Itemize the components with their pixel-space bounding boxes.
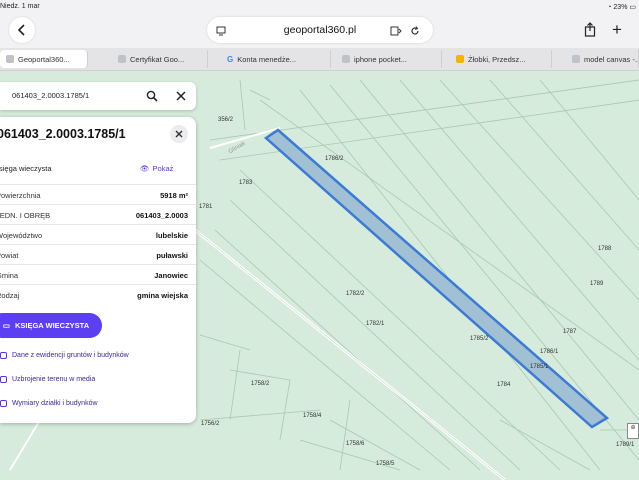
reload-icon[interactable] xyxy=(410,23,420,41)
book-icon: ▭ xyxy=(2,321,10,330)
info-key: Gmina xyxy=(0,271,19,280)
parcel-label: 1758/2 xyxy=(251,381,270,387)
link-egib[interactable]: Dane z ewidencji gruntów i budynków xyxy=(0,352,129,359)
parcel-label: 1781 xyxy=(199,204,213,210)
info-key: Województwo xyxy=(0,231,43,240)
new-tab-icon[interactable]: + xyxy=(612,20,622,40)
parcel-label: 1786/1 xyxy=(540,349,559,355)
parcel-label: 356/2 xyxy=(218,117,234,123)
share-icon[interactable] xyxy=(584,22,596,42)
kw-show-label: Pokaż xyxy=(152,164,174,173)
info-row-voivodeship: Województwo lubelskie xyxy=(0,224,196,245)
address-bar[interactable]: geoportal360.pl xyxy=(207,17,433,43)
tab-label: Żłobki, Przedsz... xyxy=(468,54,526,64)
tab-iphone[interactable]: iphone pocket... xyxy=(336,50,442,68)
wifi-icon: ◔ xyxy=(607,4,612,11)
info-value: 5918 m² xyxy=(160,191,188,200)
panel-title: 061403_2.0003.1785/1 xyxy=(0,127,126,141)
browser-toolbar: geoportal360.pl + xyxy=(0,14,639,48)
tab-zlobki[interactable]: Żłobki, Przedsz... xyxy=(450,50,552,68)
parcel-label: 1758/6 xyxy=(346,441,365,447)
tab-label: Certyfikat Goo... xyxy=(130,54,185,64)
tab-certyfikat[interactable]: Certyfikat Goo... xyxy=(112,50,208,68)
parcel-label: 1756/2 xyxy=(201,421,220,427)
battery-icon: ▭ xyxy=(629,4,636,11)
back-arrow-icon xyxy=(17,24,25,36)
parcel-label: 1783 xyxy=(239,180,253,186)
tab-label: iphone pocket... xyxy=(354,54,407,64)
info-key: Powierzchnia xyxy=(0,191,41,200)
parcel-label: 1758/5 xyxy=(376,461,395,467)
parcel-label: 1785/1 xyxy=(530,364,549,370)
info-row-commune: Gmina Janowiec xyxy=(0,264,196,285)
document-icon xyxy=(0,352,7,359)
link-utilities[interactable]: Uzbrojenie terenu w media xyxy=(0,376,95,383)
parcel-label: 1788 xyxy=(598,246,612,252)
tab-konta[interactable]: G Konta menedże... xyxy=(221,50,331,68)
parcel-label: 1782/2 xyxy=(346,291,365,297)
info-row-area: Powierzchnia 5918 m² xyxy=(0,184,196,205)
status-right: ◔ 23% ▭ xyxy=(607,3,636,11)
translate-icon[interactable] xyxy=(390,23,402,41)
link-dimensions[interactable]: Wymiary działki i budynków xyxy=(0,400,98,407)
info-row-county: Powiat puławski xyxy=(0,244,196,265)
favicon-icon xyxy=(6,55,14,63)
info-value: puławski xyxy=(156,251,188,260)
info-row-type: Rodzaj gmina wiejska xyxy=(0,284,196,305)
parcel-label: 1789 xyxy=(590,281,604,287)
selected-parcel[interactable] xyxy=(263,128,610,429)
link-label: Wymiary działki i budynków xyxy=(12,400,98,407)
info-value: 061403_2.0003 xyxy=(135,211,188,220)
parcel-label: 1758/4 xyxy=(303,413,322,419)
search-icon[interactable] xyxy=(146,89,158,107)
document-icon xyxy=(0,400,7,407)
parcel-info-panel: 061403_2.0003.1785/1 Księga wieczysta 👁 … xyxy=(0,117,196,423)
kw-label: Księga wieczysta xyxy=(0,164,52,173)
tab-label: model canvas -... xyxy=(584,54,639,64)
parcel-search-box[interactable]: 061403_2.0003.1785/1 xyxy=(0,82,196,110)
kw-button[interactable]: ▭ KSIĘGA WIECZYSTA xyxy=(0,313,102,338)
kw-row: Księga wieczysta 👁 Pokaż xyxy=(0,162,196,178)
parcel-label: 1784 xyxy=(497,382,511,388)
parcel-label: 1782/1 xyxy=(366,321,385,327)
info-key: Powiat xyxy=(0,251,19,260)
close-panel-button[interactable] xyxy=(170,125,188,143)
info-key: JEDN. I OBRĘB xyxy=(0,211,51,220)
info-value: gmina wiejska xyxy=(137,291,188,300)
info-key: Rodzaj xyxy=(0,291,20,300)
link-label: Uzbrojenie terenu w media xyxy=(12,376,96,383)
eye-icon: 👁 xyxy=(140,164,150,173)
status-time: Niedz. 1 mar xyxy=(0,3,40,10)
google-icon: G xyxy=(227,54,234,64)
document-icon xyxy=(0,376,7,383)
parcel-label: 1785/2 xyxy=(470,336,489,342)
tab-geoportal[interactable]: Geoportal360... xyxy=(0,50,88,68)
parcel-label: 1787 xyxy=(563,329,577,335)
tab-label: Geoportal360... xyxy=(18,54,70,64)
favicon-icon xyxy=(572,55,580,63)
favicon-icon xyxy=(342,55,350,63)
info-value: lubelskie xyxy=(155,231,188,240)
battery-label: 23% xyxy=(613,4,628,11)
tab-model-canvas[interactable]: model canvas -... xyxy=(566,50,639,68)
favicon-icon xyxy=(118,55,126,63)
close-icon xyxy=(175,130,183,138)
map-control-button[interactable]: ⊕ xyxy=(627,423,639,439)
parcel-label: 1786/2 xyxy=(325,156,344,162)
status-bar: Niedz. 1 mar ◔ 23% ▭ xyxy=(0,0,639,14)
tab-label: Konta menedże... xyxy=(237,54,297,64)
back-button[interactable] xyxy=(9,17,35,43)
favicon-icon xyxy=(456,55,464,63)
link-label: Dane z ewidencji gruntów i budynków xyxy=(12,352,129,359)
kw-show-link[interactable]: 👁 Pokaż xyxy=(140,164,173,173)
parcel-label: 1789/1 xyxy=(616,442,635,448)
tab-bar: Geoportal360... Certyfikat Goo... G Kont… xyxy=(0,48,639,71)
info-value: Janowiec xyxy=(154,271,188,280)
info-row-unit: JEDN. I OBRĘB 061403_2.0003 xyxy=(0,204,196,225)
clear-search-icon[interactable] xyxy=(175,89,187,107)
search-input[interactable]: 061403_2.0003.1785/1 xyxy=(12,91,89,100)
kw-button-label: KSIĘGA WIECZYSTA xyxy=(14,321,90,330)
